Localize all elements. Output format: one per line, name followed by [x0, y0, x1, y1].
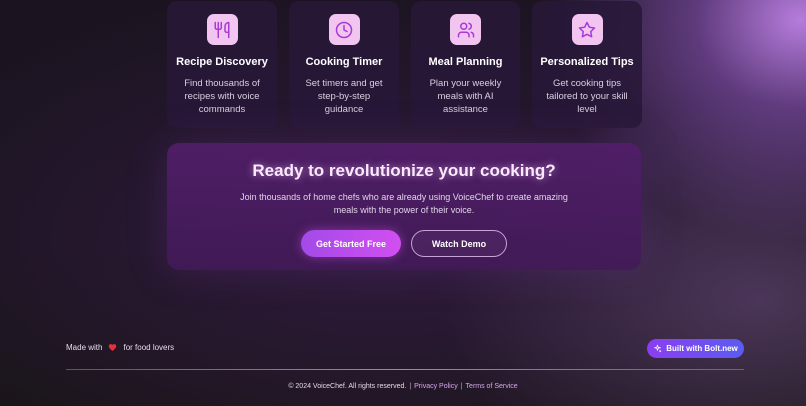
feature-title: Personalized Tips	[540, 56, 634, 68]
feature-description: Get cooking tips tailored to your skill …	[546, 78, 628, 115]
cta-buttons: Get Started Free Watch Demo	[167, 230, 641, 257]
privacy-policy-link[interactable]: Privacy Policy	[414, 383, 458, 390]
feature-title: Cooking Timer	[305, 56, 383, 68]
feature-cards: Recipe Discovery Find thousands of recip…	[167, 0, 642, 128]
built-with-bolt-badge[interactable]: Built with Bolt.new	[647, 339, 744, 358]
feature-card-meal-planning: Meal Planning Plan your weekly meals wit…	[411, 1, 520, 128]
feature-description: Find thousands of recipes with voice com…	[184, 78, 260, 115]
feature-card-recipe-discovery: Recipe Discovery Find thousands of recip…	[167, 1, 277, 128]
copyright-text: © 2024 VoiceChef. All rights reserved.	[288, 383, 407, 390]
terms-of-service-link[interactable]: Terms of Service	[466, 383, 518, 390]
feature-card-cooking-timer: Cooking Timer Set timers and get step-by…	[289, 1, 399, 128]
copyright-bar: © 2024 VoiceChef. All rights reserved. | P…	[0, 383, 806, 390]
feature-description: Plan your weekly meals with AI assistanc…	[429, 78, 502, 115]
feature-card-personalized-tips: Personalized Tips Get cooking tips tailo…	[532, 1, 642, 128]
made-with-prefix: Made with	[66, 343, 103, 352]
separator: |	[409, 383, 412, 390]
users-icon	[450, 14, 481, 45]
feature-title: Recipe Discovery	[176, 56, 268, 68]
clock-icon	[328, 14, 360, 45]
heart-icon	[109, 344, 117, 352]
separator: |	[460, 383, 463, 390]
watch-demo-button[interactable]: Watch Demo	[411, 230, 507, 257]
feature-title: Meal Planning	[428, 56, 503, 68]
made-with-suffix: for food lovers	[123, 343, 175, 352]
sparkle-icon	[654, 344, 662, 353]
made-with-text: Made with for food lovers	[66, 343, 174, 352]
get-started-button[interactable]: Get Started Free	[301, 230, 401, 257]
footer-divider	[66, 369, 744, 370]
cta-subtitle: Join thousands of home chefs who are alr…	[240, 192, 568, 215]
cta-title: Ready to revolutionize your cooking?	[252, 161, 556, 180]
star-icon	[571, 14, 603, 45]
utensils-icon	[206, 14, 238, 45]
feature-description: Set timers and get step-by-step guidance	[305, 78, 383, 115]
badge-label: Built with Bolt.new	[666, 344, 738, 353]
cta-section: Ready to revolutionize your cooking? Joi…	[167, 143, 641, 270]
